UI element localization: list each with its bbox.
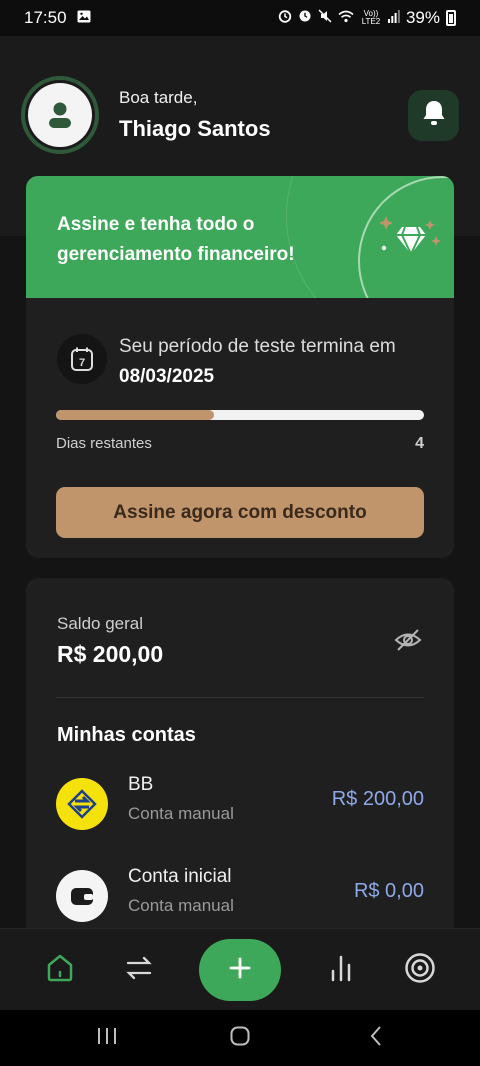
days-remaining-label: Dias restantes: [56, 435, 152, 452]
nav-reports[interactable]: [311, 929, 371, 1011]
home-circle-icon: [229, 1025, 251, 1052]
account-name: BB: [128, 774, 154, 795]
notifications-button[interactable]: [408, 90, 459, 141]
account-amount: R$ 0,00: [353, 880, 424, 902]
nav-transactions[interactable]: [109, 929, 169, 1011]
subscribe-button[interactable]: Assine agora com desconto: [56, 487, 424, 538]
trial-progress-fill: [56, 410, 215, 420]
mute-icon: [318, 9, 332, 27]
bottom-navigation: [0, 928, 480, 1010]
system-navigation-bar: [0, 1010, 480, 1066]
account-name: Conta inicial: [128, 866, 232, 887]
divider: [56, 697, 424, 698]
accounts-title: Minhas contas: [57, 724, 196, 746]
signal-icon: [387, 9, 400, 27]
home-icon: [45, 953, 75, 988]
user-avatar-icon: [28, 83, 92, 147]
wifi-icon: [338, 10, 354, 27]
eye-off-icon: [394, 628, 422, 657]
subscription-card: Assine e tenha todo o gerenciamento fina…: [26, 176, 454, 558]
trial-message: Seu período de teste termina em 08/03/20…: [119, 332, 419, 392]
calendar-icon: 7: [57, 334, 107, 384]
chart-icon: [328, 954, 354, 987]
recents-icon: [96, 1026, 118, 1051]
alarm-icon: [278, 9, 292, 27]
back-icon: [368, 1025, 384, 1052]
nav-home[interactable]: [30, 929, 90, 1011]
greeting: Boa tarde,: [119, 88, 198, 107]
account-row[interactable]: Conta inicial Conta manual R$ 0,00: [56, 866, 424, 926]
gallery-icon: [77, 8, 91, 28]
recents-button[interactable]: [77, 1010, 137, 1066]
back-button[interactable]: [346, 1010, 406, 1066]
target-icon: [404, 952, 436, 989]
battery-percent: 39%: [405, 8, 440, 27]
status-bar: 17:50 Vo)) LTE2 39%: [0, 0, 480, 36]
account-row[interactable]: BB Conta manual R$ 200,00: [56, 774, 424, 834]
network-label: Vo)) LTE2: [361, 9, 381, 26]
battery-icon: [446, 10, 456, 26]
subscription-banner: Assine e tenha todo o gerenciamento fina…: [26, 176, 454, 298]
days-remaining-value: 4: [415, 435, 424, 452]
user-name: Thiago Santos: [119, 116, 271, 141]
trial-end-date: 08/03/2025: [119, 366, 215, 387]
wallet-icon: [56, 870, 108, 922]
nav-goals[interactable]: [390, 929, 450, 1011]
account-amount: R$ 200,00: [331, 788, 424, 810]
transfer-icon: [125, 955, 153, 986]
trial-text: Seu período de teste termina em: [119, 336, 396, 357]
toggle-balance-visibility-button[interactable]: [392, 626, 424, 658]
balance-value: R$ 200,00: [57, 641, 164, 667]
status-time: 17:50: [24, 8, 67, 27]
clock-icon: [298, 9, 312, 27]
add-icon: [229, 957, 251, 984]
calendar-day: 7: [79, 357, 85, 369]
add-button[interactable]: [199, 939, 281, 1001]
trial-progress-bar: [56, 410, 424, 420]
balance-label: Saldo geral: [57, 614, 144, 633]
diamond-icon: [378, 214, 442, 267]
avatar[interactable]: [21, 76, 99, 154]
account-type: Conta manual: [128, 896, 234, 915]
home-system-button[interactable]: [210, 1010, 270, 1066]
banco-do-brasil-logo: [56, 778, 108, 830]
trial-info: 7 Seu período de teste termina em 08/03/…: [57, 332, 419, 392]
account-type: Conta manual: [128, 804, 234, 823]
bell-icon: [421, 99, 447, 132]
